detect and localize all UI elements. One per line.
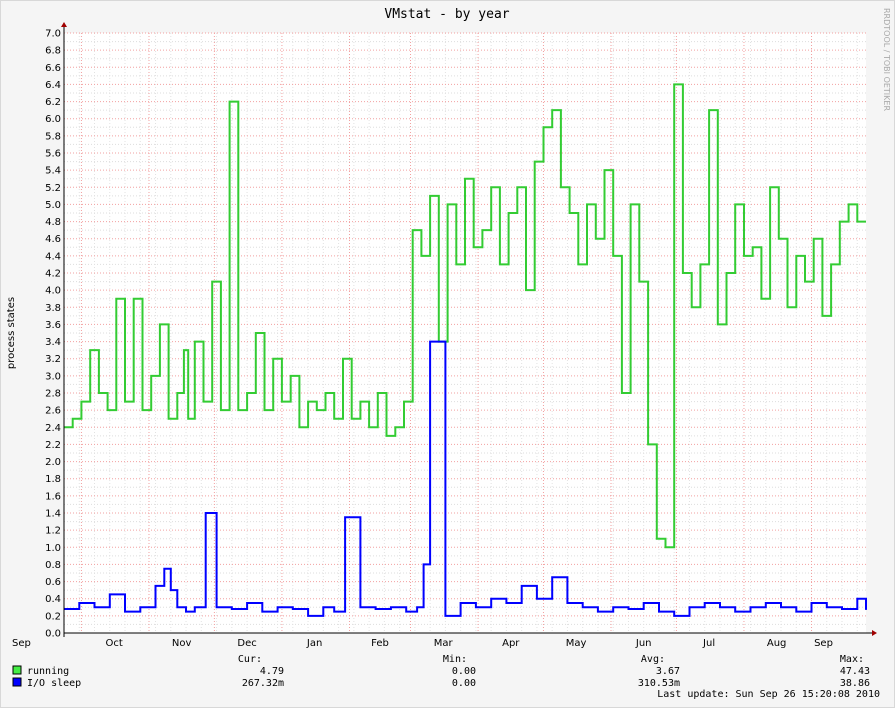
x-tick-label: Apr [502, 638, 520, 649]
y-tick-label: 6.6 [45, 63, 61, 74]
y-tick-label: 7.0 [45, 29, 61, 40]
y-tick-label: 5.0 [45, 200, 61, 211]
stats-header-max: Max: [840, 654, 864, 665]
y-tick-label: 5.6 [45, 149, 61, 160]
y-tick-label: 0.6 [45, 577, 61, 588]
y-tick-label: 1.4 [45, 509, 61, 520]
y-tick-label: 5.4 [45, 166, 61, 177]
y-tick-label: 0.4 [45, 594, 61, 605]
stat-running-min: 0.00 [452, 666, 476, 677]
stat-io-sleep-cur: 267.32m [242, 678, 284, 689]
x-tick-label: Jan [306, 638, 322, 649]
x-tick-label: Oct [105, 638, 122, 649]
stat-io-sleep-avg: 310.53m [638, 678, 680, 689]
y-tick-label: 6.2 [45, 97, 61, 108]
chart-svg: 0.0 0.2 0.4 0.6 0.8 1.0 1.2 1.4 1.6 1.8 2.0 2.2 2.4 2… [0, 0, 895, 708]
y-tick-label: 6.4 [45, 80, 61, 91]
y-tick-label: 4.4 [45, 251, 61, 262]
y-tick-label: 1.2 [45, 526, 61, 537]
x-tick-label: Dec [237, 638, 256, 649]
stat-io-sleep-min: 0.00 [452, 678, 476, 689]
stats-header-cur: Cur: [238, 654, 262, 665]
y-tick-label: 3.6 [45, 320, 61, 331]
y-tick-label: 2.2 [45, 440, 61, 451]
legend-swatch-running [12, 665, 22, 675]
stats-header-min: Min: [443, 654, 467, 665]
legend-swatch-io-sleep [12, 677, 22, 687]
y-tick-label: 5.2 [45, 183, 61, 194]
y-tick-label: 1.6 [45, 491, 61, 502]
x-tick-label: Sep [12, 638, 31, 649]
legend-label-io-sleep: I/O sleep [27, 678, 81, 689]
y-tick-label: 4.8 [45, 217, 61, 228]
chart-title: VMstat - by year [384, 7, 509, 22]
stat-running-max: 47.43 [840, 666, 870, 677]
x-tick-label: Feb [371, 638, 389, 649]
stat-io-sleep-max: 38.86 [840, 678, 870, 689]
y-tick-label: 2.6 [45, 406, 61, 417]
y-tick-label: 0.0 [45, 629, 61, 640]
x-tick-label: Aug [767, 638, 787, 649]
stat-running-cur: 4.79 [260, 666, 284, 677]
x-tick-label: May [566, 638, 587, 649]
x-tick-label: Sep [814, 638, 833, 649]
x-tick-label: Jul [702, 638, 715, 649]
y-tick-label: 3.8 [45, 303, 61, 314]
y-tick-label: 0.8 [45, 560, 61, 571]
y-tick-label: 2.4 [45, 423, 61, 434]
stats-header-avg: Avg: [641, 654, 665, 665]
x-tick-label: Nov [172, 638, 192, 649]
stat-running-avg: 3.67 [656, 666, 680, 677]
y-tick-label: 0.2 [45, 611, 61, 622]
y-tick-label: 3.0 [45, 371, 61, 382]
x-tick-label: Jun [635, 638, 652, 649]
y-tick-label: 4.2 [45, 269, 61, 280]
y-tick-label: 6.8 [45, 46, 61, 57]
chart-window: 0.0 0.2 0.4 0.6 0.8 1.0 1.2 1.4 1.6 1.8 2.0 2.2 2.4 2… [0, 0, 895, 708]
y-tick-label: 4.0 [45, 286, 61, 297]
y-tick-label: 2.0 [45, 457, 61, 468]
y-axis-label: process states [6, 297, 17, 369]
y-tick-label: 3.4 [45, 337, 61, 348]
y-tick-label: 5.8 [45, 131, 61, 142]
y-tick-label: 1.8 [45, 474, 61, 485]
y-tick-label: 6.0 [45, 114, 61, 125]
last-update: Last update: Sun Sep 26 15:20:08 2010 [657, 689, 880, 700]
y-tick-label: 1.0 [45, 543, 61, 554]
x-tick-label: Mar [434, 638, 454, 649]
legend-label-running: running [27, 666, 69, 677]
y-tick-label: 4.6 [45, 234, 61, 245]
y-tick-label: 3.2 [45, 354, 61, 365]
y-tick-label: 2.8 [45, 389, 61, 400]
rrdtool-watermark: RRDTOOL / TOBI OETIKER [882, 8, 891, 111]
